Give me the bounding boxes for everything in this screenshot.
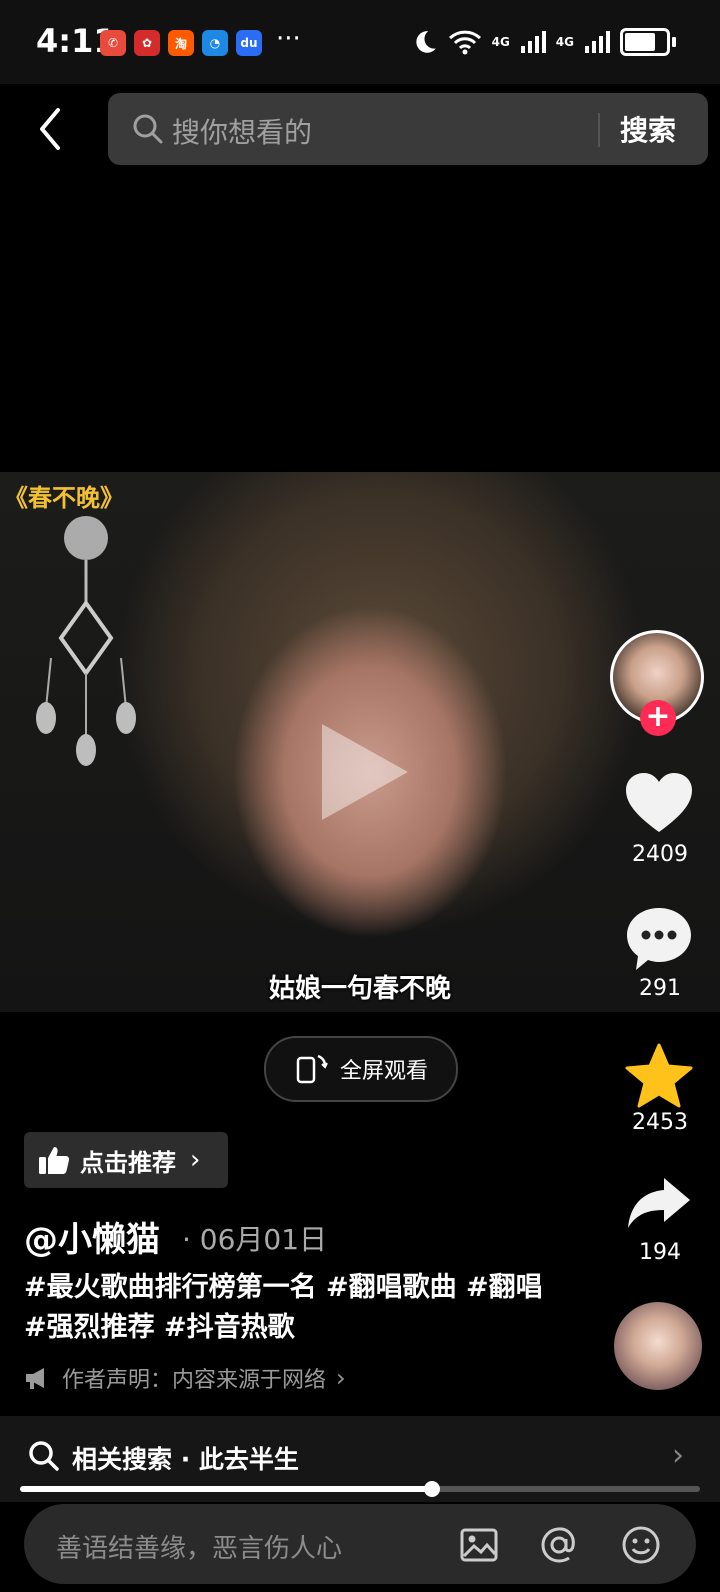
progress-fill xyxy=(20,1486,433,1492)
chevron-right-icon: › xyxy=(336,1364,346,1392)
moon-icon xyxy=(415,31,436,53)
hair-ornament-image xyxy=(36,516,136,766)
app-notification-icon: ✿ xyxy=(134,30,160,56)
author-declaration[interactable]: 作者声明：内容来源于网络 › xyxy=(24,1362,346,1394)
like-count: 2409 xyxy=(632,842,688,867)
app-notification-icon: du xyxy=(236,30,262,56)
follow-plus-button[interactable]: + xyxy=(640,700,676,736)
more-notifications-icon: ··· xyxy=(276,24,301,54)
favorite-star-icon[interactable] xyxy=(624,1042,694,1112)
app-notification-icon: 淘 xyxy=(168,30,194,56)
like-heart-icon[interactable] xyxy=(624,770,694,840)
signal-icon xyxy=(520,31,546,53)
app-notification-icon: ◔ xyxy=(202,30,228,56)
post-date: · 06月01日 xyxy=(182,1223,328,1256)
signal-icon xyxy=(585,31,610,53)
status-bar: 4:11 ✆ ✿ 淘 ◔ du ··· 4G 4G xyxy=(0,0,720,84)
music-disc-avatar[interactable] xyxy=(614,1302,702,1390)
declaration-text: 作者声明：内容来源于网络 xyxy=(62,1368,327,1393)
author-username[interactable]: @小懒猫 xyxy=(24,1212,160,1261)
comment-icon[interactable] xyxy=(624,904,694,974)
search-input[interactable]: 搜你想看的 xyxy=(172,111,312,151)
image-icon[interactable] xyxy=(458,1524,500,1566)
status-indicators: 4G 4G xyxy=(412,28,676,56)
comment-count: 291 xyxy=(639,976,681,1001)
hashtags[interactable]: #最火歌曲排行榜第一名 #翻唱歌曲 #翻唱 #强烈推荐 #抖音热歌 xyxy=(24,1268,544,1348)
battery-icon xyxy=(620,28,676,56)
thumbs-up-icon xyxy=(39,1147,70,1174)
notification-icons: ✆ ✿ 淘 ◔ du xyxy=(100,30,262,56)
app-notification-icon: ✆ xyxy=(100,30,126,56)
search-icon xyxy=(133,114,163,144)
chevron-right-icon: › xyxy=(672,1438,684,1473)
search-button[interactable]: 搜索 xyxy=(620,109,676,149)
related-search-text: 相关搜索 · 此去半生 xyxy=(72,1445,299,1474)
comment-input-bar[interactable]: 善语结善缘，恶言伤人心 xyxy=(24,1504,696,1584)
share-count: 194 xyxy=(639,1240,681,1265)
recommend-button[interactable]: 点击推荐 › xyxy=(24,1132,228,1188)
megaphone-icon xyxy=(26,1368,44,1389)
emoji-icon[interactable] xyxy=(620,1524,662,1566)
share-arrow-icon[interactable] xyxy=(624,1170,694,1240)
search-bar[interactable]: 搜你想看的 搜索 xyxy=(108,93,708,165)
play-icon[interactable] xyxy=(300,712,420,832)
progress-handle[interactable] xyxy=(424,1481,441,1497)
chevron-right-icon: › xyxy=(190,1145,201,1175)
fullscreen-label: 全屏观看 xyxy=(339,1059,428,1084)
back-arrow-icon[interactable] xyxy=(28,104,72,154)
search-icon xyxy=(29,1441,59,1471)
video-progress-bar[interactable] xyxy=(20,1481,700,1497)
signal-label: 4G xyxy=(555,35,574,49)
signal-label: 4G xyxy=(491,35,510,49)
favorite-count: 2453 xyxy=(632,1110,688,1135)
wifi-icon xyxy=(448,30,481,55)
recommend-label: 点击推荐 xyxy=(80,1148,176,1177)
rotate-phone-icon xyxy=(296,1054,328,1084)
mention-at-icon[interactable] xyxy=(538,1524,580,1566)
comment-input[interactable]: 善语结善缘，恶言伤人心 xyxy=(56,1528,342,1565)
video-player[interactable]: 《春不晚》 姑娘一句春不晚 xyxy=(0,472,720,1012)
fullscreen-button[interactable]: 全屏观看 xyxy=(264,1036,458,1102)
divider xyxy=(598,113,600,147)
